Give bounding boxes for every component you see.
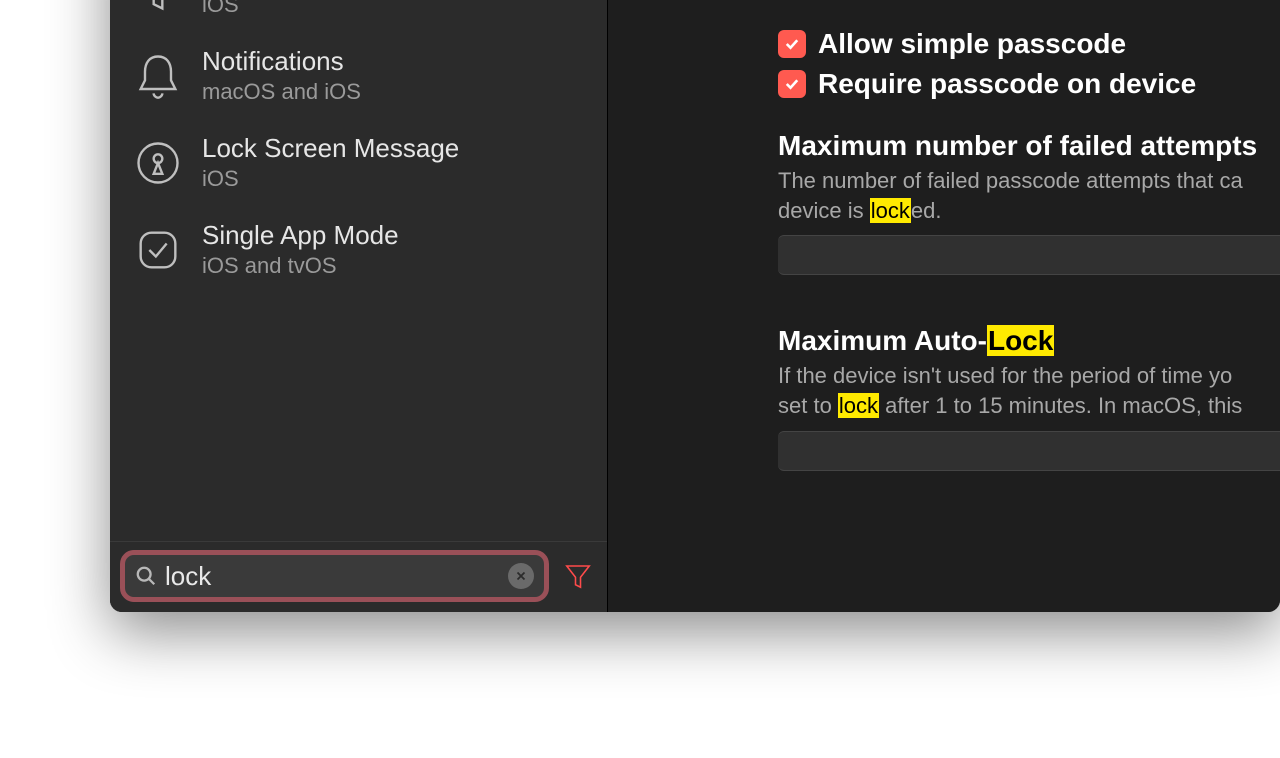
sidebar: ? macOS, iOS, and tvOS Web Content Filte… <box>110 0 608 612</box>
checkbox-icon <box>132 224 184 276</box>
checkbox-label: Require passcode on device <box>818 68 1196 100</box>
sidebar-item-label: Single App Mode <box>202 220 399 251</box>
funnel-icon <box>563 561 593 591</box>
search-highlight: Lock <box>987 325 1054 356</box>
preferences-window: ? macOS, iOS, and tvOS Web Content Filte… <box>110 0 1280 612</box>
max-auto-lock-input[interactable] <box>778 431 1280 471</box>
clear-search-button[interactable] <box>508 563 534 589</box>
search-highlight: lock <box>838 393 879 418</box>
search-icon <box>135 565 157 587</box>
sidebar-item-sublabel: iOS <box>202 166 459 192</box>
keyhole-icon <box>132 137 184 189</box>
sidebar-item-sublabel: iOS and tvOS <box>202 253 399 279</box>
require-passcode-row[interactable]: Require passcode on device <box>778 68 1280 100</box>
bell-icon <box>132 50 184 102</box>
search-highlight: lock <box>870 198 911 223</box>
settings-block: Allow simple passcode Require passcode o… <box>650 28 1280 471</box>
sidebar-item-sublabel: macOS and iOS <box>202 79 361 105</box>
sidebar-item-single-app-mode[interactable]: Single App Mode iOS and tvOS <box>110 206 607 293</box>
search-input[interactable] <box>165 561 500 592</box>
sidebar-item-notifications[interactable]: Notifications macOS and iOS <box>110 32 607 119</box>
main-content: Passcode Allow simple passcode Require p… <box>608 0 1280 612</box>
sidebar-item-label: Notifications <box>202 46 361 77</box>
checkbox-label: Allow simple passcode <box>818 28 1126 60</box>
field-title: Maximum number of failed attempts <box>778 130 1280 162</box>
sidebar-item-sublabel: iOS <box>202 0 418 18</box>
sidebar-list: ? macOS, iOS, and tvOS Web Content Filte… <box>110 0 607 541</box>
field-description: The number of failed passcode attempts t… <box>778 166 1280 225</box>
checkbox-checked-icon[interactable] <box>778 70 806 98</box>
filter-button[interactable] <box>563 559 593 593</box>
funnel-icon <box>132 0 184 15</box>
max-auto-lock-group: Maximum Auto-Lock If the device isn't us… <box>778 325 1280 470</box>
sidebar-item-web-content-filter[interactable]: Web Content Filter iOS <box>110 0 607 32</box>
checkbox-checked-icon[interactable] <box>778 30 806 58</box>
field-description: If the device isn't used for the period … <box>778 361 1280 420</box>
search-field[interactable] <box>120 550 549 602</box>
max-failed-attempts-group: Maximum number of failed attempts The nu… <box>778 130 1280 275</box>
field-title: Maximum Auto-Lock <box>778 325 1280 357</box>
sidebar-item-lock-screen-message[interactable]: Lock Screen Message iOS <box>110 119 607 206</box>
sidebar-toolbar <box>110 541 607 612</box>
close-icon <box>514 569 528 583</box>
max-failed-attempts-input[interactable] <box>778 235 1280 275</box>
sidebar-item-label: Lock Screen Message <box>202 133 459 164</box>
allow-simple-passcode-row[interactable]: Allow simple passcode <box>778 28 1280 60</box>
